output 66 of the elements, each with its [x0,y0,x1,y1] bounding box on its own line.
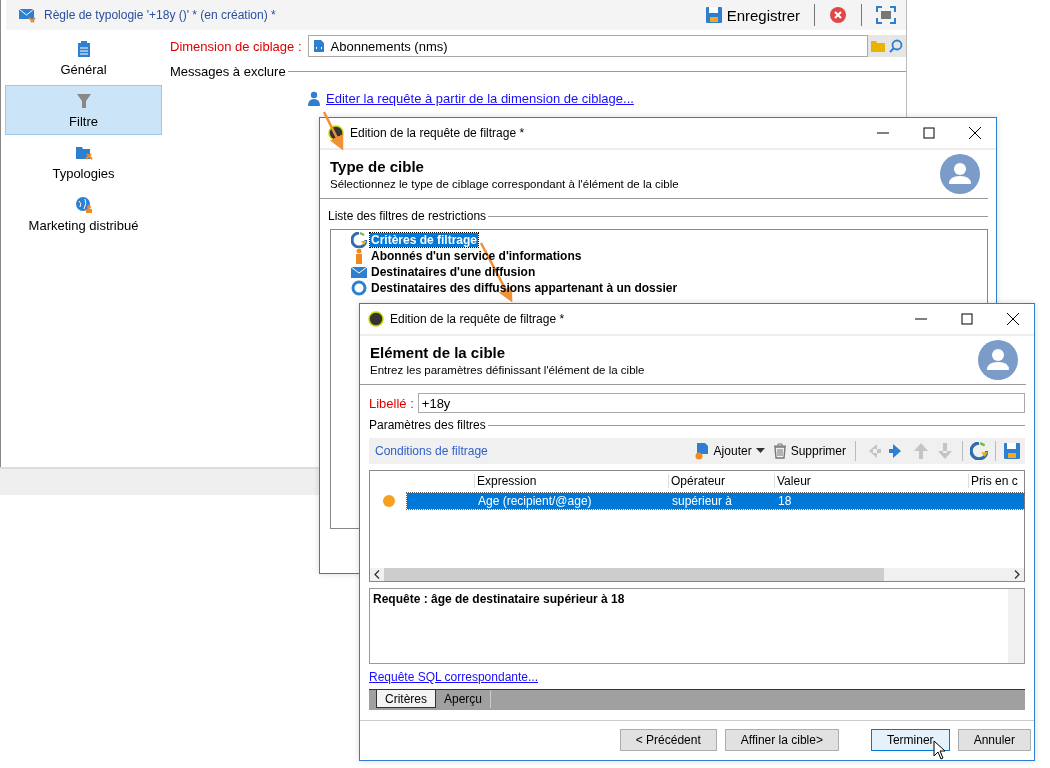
column-header[interactable]: Valeur [774,474,968,488]
mail-icon [18,7,36,23]
dialog-button[interactable]: < Précédent [619,729,717,751]
scroll-left-icon[interactable] [373,570,381,579]
scroll-right-icon[interactable] [1013,570,1021,579]
mail-icon [351,264,367,280]
dialog-heading: Type de cible [330,158,425,175]
sidebar-item[interactable]: Typologies [5,137,162,187]
close-icon[interactable] [968,126,982,140]
dialog-subheading: Sélectionnez le type de ciblage correspondant à l'élément de la cible [330,178,680,190]
section-title: Liste des filtres de restrictions [328,209,487,223]
sidebar-item[interactable]: Général [5,33,162,83]
filter-criteria-icon [351,232,367,248]
vertical-scrollbar[interactable] [1008,589,1024,663]
globe-icon [74,195,93,214]
targeting-dimension-field[interactable]: Abonnements (nms) [307,35,868,57]
query-summary: Requête : âge de destinataire supérieur à 18 [372,591,626,608]
delete-button[interactable]: Supprimer [770,443,848,459]
dialog-title: Edition de la requête de filtrage * [390,312,565,326]
dialog-button[interactable]: Annuler [957,729,1031,751]
sidebar-item[interactable]: Marketing distribué [5,189,162,239]
ring-icon [351,280,367,296]
field-label: Dimension de ciblage : [170,38,302,54]
person-icon [308,91,320,106]
section-title: Messages à exclure [170,64,286,79]
window-title: Règle de typologie '+18y ()' * (en création) * [44,8,276,22]
clipboard-icon [75,39,92,58]
horizontal-scrollbar[interactable] [370,568,1024,581]
save-icon [704,6,723,24]
trash-icon [772,443,787,459]
fullscreen-icon[interactable] [876,6,896,24]
tab[interactable]: Critères [376,690,436,708]
add-document-icon [693,442,710,460]
table-row[interactable]: Age (recipient/@age) supérieur à 18 [407,492,1024,509]
add-button[interactable]: Ajouter [691,442,767,460]
funnel-icon [75,91,92,110]
maximize-icon[interactable] [922,126,936,140]
sql-query-link[interactable]: Requête SQL correspondante... [369,670,538,684]
column-header[interactable]: Pris en c [968,474,1024,488]
user-avatar-icon [940,154,980,194]
search-icon[interactable] [889,39,903,53]
save-button[interactable]: Enregistrer [704,6,800,24]
sidebar-item[interactable]: Filtre [5,85,162,135]
edit-query-link[interactable]: Editer la requête à partir de la dimension de ciblage... [326,91,634,106]
document-icon [312,39,325,53]
column-header[interactable]: Opérateur [668,474,774,488]
status-dot [382,494,395,507]
arrow [322,111,344,151]
save-icon[interactable] [1003,442,1021,460]
dialog-title: Edition de la requête de filtrage * [350,126,525,140]
maximize-icon[interactable] [960,312,974,326]
field-label: Libellé : [369,395,414,411]
dialog-heading: Elément de la cible [370,344,507,361]
column-header[interactable]: Expression [474,474,668,488]
dialog-subheading: Entrez les paramètres définissant l'élément de la cible [370,364,646,376]
close-icon[interactable] [1006,312,1020,326]
section-title: Paramètres des filtres [369,418,486,432]
app-icon [368,311,384,327]
toolbar-title: Conditions de filtrage [375,444,488,458]
filter-criteria-icon[interactable] [970,442,988,460]
dialog-button[interactable]: Affiner la cible> [724,729,839,751]
label-input[interactable]: +18y [417,393,1025,413]
filter-item[interactable]: Critères de filtrage [370,233,479,247]
caret-icon [755,448,765,454]
user-avatar-icon [978,340,1018,380]
dialog-button[interactable]: Terminer [870,729,950,751]
